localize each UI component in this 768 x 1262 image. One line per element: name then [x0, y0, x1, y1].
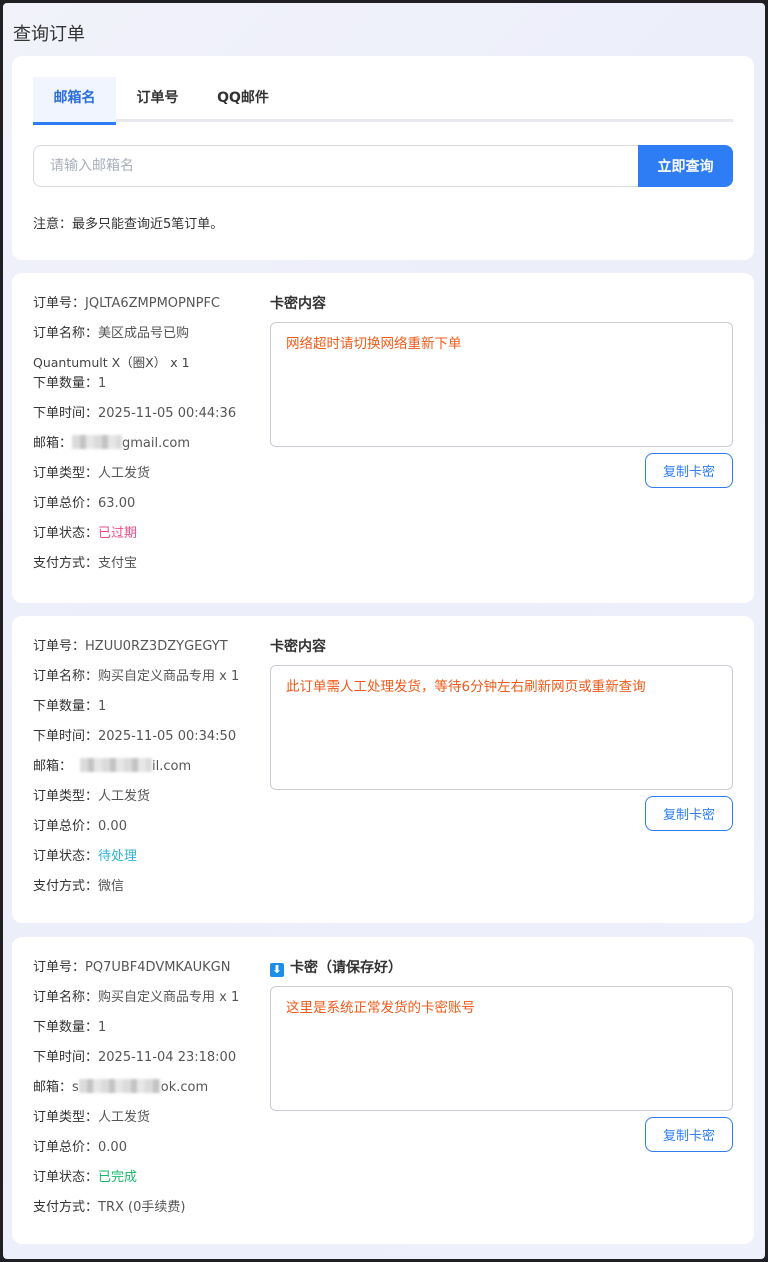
- order-quantity-row: 下单数量：1: [33, 376, 107, 391]
- copy-card-button[interactable]: 复制卡密: [645, 1117, 733, 1152]
- order-price-row: 订单总价：0.00: [33, 819, 127, 834]
- search-notice: 注意：最多只能查询近5笔订单。: [33, 217, 224, 232]
- order-time: 2025-11-04 23:18:00: [98, 1050, 237, 1065]
- search-card: 邮箱名 订单号 QQ邮件 立即查询 注意：最多只能查询近5笔订单。: [12, 56, 754, 260]
- order-quantity: 1: [98, 1020, 107, 1035]
- order-email-row: 邮箱： gmail.com: [33, 435, 191, 451]
- search-input[interactable]: [33, 145, 639, 187]
- order-number-row: 订单号：HZUU0RZ3DZYGEGYT: [33, 639, 228, 654]
- order-name: 购买自定义商品专用 x 1: [98, 990, 240, 1005]
- order-name-row: 订单名称：购买自定义商品专用 x 1: [33, 990, 240, 1005]
- tab-qq-email[interactable]: QQ邮件: [199, 77, 287, 122]
- order-number: JQLTA6ZMPMOPNPFC: [85, 296, 220, 311]
- order-type: 人工发货: [98, 466, 151, 481]
- order-type-row: 订单类型：人工发货: [33, 789, 151, 804]
- order-status: 已完成: [98, 1170, 138, 1185]
- download-icon: ⬇: [270, 963, 284, 977]
- card-content-box[interactable]: 此订单需人工处理发货，等待6分钟左右刷新网页或重新查询: [270, 665, 733, 790]
- search-button[interactable]: 立即查询: [638, 145, 733, 187]
- copy-card-button[interactable]: 复制卡密: [645, 796, 733, 831]
- order-number: PQ7UBF4DVMKAUKGN: [85, 960, 231, 975]
- order-type-row: 订单类型：人工发货: [33, 1110, 151, 1125]
- card-content-box[interactable]: 网络超时请切换网络重新下单: [270, 322, 733, 447]
- order-type: 人工发货: [98, 1110, 151, 1125]
- order-price-row: 订单总价：63.00: [33, 496, 136, 511]
- order-status-row: 订单状态：待处理: [33, 849, 138, 864]
- order-quantity-row: 下单数量：1: [33, 1020, 107, 1035]
- order-quantity: 1: [98, 699, 107, 714]
- email-redaction: [80, 758, 153, 772]
- order-quantity: 1: [98, 376, 107, 391]
- card-content-title-row: ⬇ 卡密（请保存好）: [270, 957, 402, 977]
- order-email-row: 邮箱： il.com: [33, 758, 192, 774]
- order-card: 订单号：JQLTA6ZMPMOPNPFC 订单名称：美区成品号已购 Quantu…: [12, 273, 754, 603]
- order-payment-row: 支付方式：微信: [33, 879, 125, 894]
- order-price: 63.00: [98, 496, 136, 511]
- order-price: 0.00: [98, 819, 127, 834]
- email-redaction: [72, 435, 123, 449]
- order-details: 订单号：JQLTA6ZMPMOPNPFC 订单名称：美区成品号已购 Quantu…: [33, 293, 263, 583]
- order-time-row: 下单时间：2025-11-05 00:34:50: [33, 729, 237, 744]
- order-name: 美区成品号已购: [98, 326, 190, 341]
- order-payment-row: 支付方式：支付宝: [33, 556, 138, 571]
- order-payment: TRX (0手续费): [98, 1200, 186, 1215]
- order-time: 2025-11-05 00:44:36: [98, 406, 237, 421]
- copy-card-button[interactable]: 复制卡密: [645, 453, 733, 488]
- order-name-row: 订单名称：购买自定义商品专用 x 1: [33, 669, 240, 684]
- order-status: 待处理: [98, 849, 138, 864]
- order-price: 0.00: [98, 1140, 127, 1155]
- order-price-row: 订单总价：0.00: [33, 1140, 127, 1155]
- tab-order-number[interactable]: 订单号: [116, 77, 199, 122]
- order-name: 购买自定义商品专用 x 1: [98, 669, 240, 684]
- order-email: gmail.com: [122, 436, 191, 451]
- order-status: 已过期: [98, 526, 138, 541]
- order-name-row: 订单名称：美区成品号已购: [33, 326, 190, 341]
- order-email: ok.com: [160, 1080, 209, 1095]
- order-name-extra: Quantumult X（圈X） x 1: [33, 355, 190, 370]
- order-details: 订单号：HZUU0RZ3DZYGEGYT 订单名称：购买自定义商品专用 x 1 …: [33, 636, 263, 906]
- card-content-title: 卡密（请保存好）: [290, 960, 402, 976]
- order-email-prefix: s: [72, 1080, 79, 1095]
- order-email: il.com: [152, 759, 192, 774]
- card-content-title: 卡密内容: [270, 639, 326, 655]
- order-status-row: 订单状态：已完成: [33, 1170, 138, 1185]
- order-card: 订单号：PQ7UBF4DVMKAUKGN 订单名称：购买自定义商品专用 x 1 …: [12, 937, 754, 1244]
- page-title: 查询订单: [13, 24, 85, 45]
- order-time-row: 下单时间：2025-11-04 23:18:00: [33, 1050, 237, 1065]
- order-payment: 微信: [98, 879, 125, 894]
- order-number-row: 订单号：PQ7UBF4DVMKAUKGN: [33, 960, 231, 975]
- order-type-row: 订单类型：人工发货: [33, 466, 151, 481]
- order-time-row: 下单时间：2025-11-05 00:44:36: [33, 406, 237, 421]
- order-time: 2025-11-05 00:34:50: [98, 729, 237, 744]
- order-payment: 支付宝: [98, 556, 138, 571]
- order-details: 订单号：PQ7UBF4DVMKAUKGN 订单名称：购买自定义商品专用 x 1 …: [33, 957, 263, 1227]
- order-quantity-row: 下单数量：1: [33, 699, 107, 714]
- search-tabs: 邮箱名 订单号 QQ邮件: [33, 77, 733, 125]
- card-content-title: 卡密内容: [270, 296, 326, 312]
- order-type: 人工发货: [98, 789, 151, 804]
- order-card: 订单号：HZUU0RZ3DZYGEGYT 订单名称：购买自定义商品专用 x 1 …: [12, 616, 754, 923]
- order-payment-row: 支付方式：TRX (0手续费): [33, 1200, 186, 1215]
- order-email-row: 邮箱：s ok.com: [33, 1079, 209, 1095]
- card-content-box[interactable]: 这里是系统正常发货的卡密账号: [270, 986, 733, 1111]
- order-number-row: 订单号：JQLTA6ZMPMOPNPFC: [33, 296, 220, 311]
- order-status-row: 订单状态：已过期: [33, 526, 138, 541]
- tab-email[interactable]: 邮箱名: [33, 77, 116, 125]
- email-redaction: [78, 1079, 161, 1093]
- page-frame: 查询订单 邮箱名 订单号 QQ邮件 立即查询 注意：最多只能查询近5笔订单。 订…: [3, 3, 765, 1259]
- order-number: HZUU0RZ3DZYGEGYT: [85, 639, 228, 654]
